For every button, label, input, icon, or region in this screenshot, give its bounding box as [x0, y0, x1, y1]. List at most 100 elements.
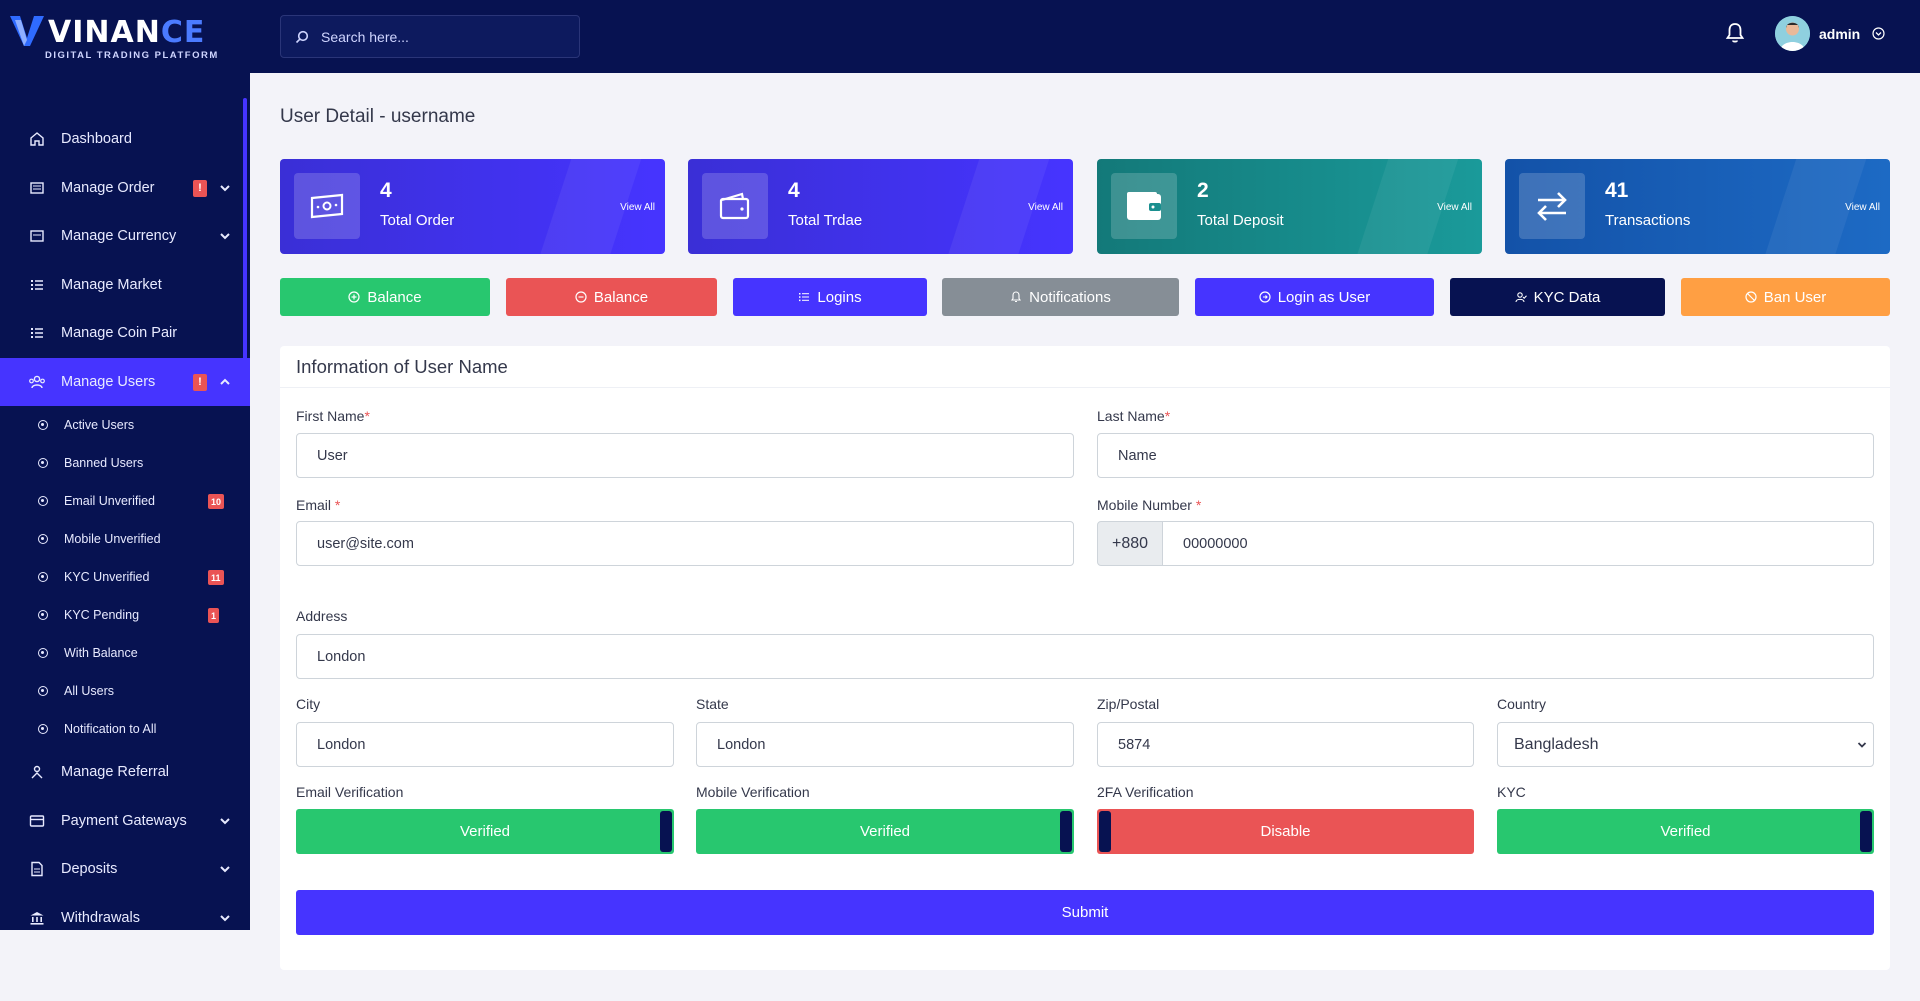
- sub-item-label: All Users: [64, 684, 115, 698]
- sidebar-sub-notification-to-all[interactable]: Notification to All: [0, 710, 250, 748]
- notifications-button[interactable]: Notifications: [942, 278, 1179, 316]
- search-icon: [295, 30, 309, 43]
- kyc-data-button[interactable]: KYC Data: [1450, 278, 1665, 316]
- last-name-label: Last Name*: [1097, 408, 1171, 424]
- add-balance-button[interactable]: Balance: [280, 278, 490, 316]
- stat-card-total-order[interactable]: 4 Total Order View All: [280, 159, 665, 254]
- button-label: Ban User: [1763, 288, 1827, 306]
- mobile-verification-toggle[interactable]: Verified: [696, 809, 1074, 854]
- sidebar-item-deposits[interactable]: Deposits: [0, 845, 250, 894]
- sidebar-item-label: Manage Currency: [61, 228, 177, 245]
- search-input[interactable]: [321, 28, 561, 45]
- sidebar-sub-kyc-pending[interactable]: KYC Pending 1: [0, 596, 250, 634]
- sidebar-item-label: Payment Gateways: [61, 812, 187, 829]
- bell-icon: [1011, 291, 1022, 302]
- sidebar-sub-banned-users[interactable]: Banned Users: [0, 444, 250, 482]
- sidebar-item-label: Manage Referral: [61, 764, 169, 781]
- twofa-verification-toggle[interactable]: Disable: [1097, 809, 1474, 854]
- sidebar-item-manage-users[interactable]: Manage Users !: [0, 357, 250, 406]
- sidebar-sub-all-users[interactable]: All Users: [0, 672, 250, 710]
- sidebar-item-withdrawals[interactable]: Withdrawals: [0, 894, 250, 931]
- count-badge: 11: [208, 570, 224, 585]
- sidebar-item-label: Dashboard: [61, 131, 132, 148]
- submit-button[interactable]: Submit: [296, 890, 1874, 935]
- circle-dot-icon: [38, 534, 48, 544]
- sidebar-sub-mobile-unverified[interactable]: Mobile Unverified: [0, 520, 250, 558]
- chevron-down-icon: [220, 233, 230, 240]
- subtract-balance-button[interactable]: Balance: [506, 278, 717, 316]
- stat-card-total-trade[interactable]: 4 Total Trdae View All: [688, 159, 1073, 254]
- wallet-icon: [702, 173, 768, 239]
- sidebar-sub-email-unverified[interactable]: Email Unverified 10: [0, 482, 250, 520]
- circle-dot-icon: [38, 724, 48, 734]
- sub-item-label: Banned Users: [64, 456, 144, 470]
- first-name-label: First Name*: [296, 408, 370, 424]
- chevron-down-icon: [220, 184, 230, 191]
- email-verification-toggle[interactable]: Verified: [296, 809, 674, 854]
- view-all-link[interactable]: View All: [1845, 202, 1880, 213]
- sidebar-item-manage-referral[interactable]: Manage Referral: [0, 748, 250, 797]
- sidebar-item-payment-gateways[interactable]: Payment Gateways: [0, 797, 250, 846]
- login-as-user-button[interactable]: Login as User: [1195, 278, 1434, 316]
- sign-in-icon: [1259, 291, 1271, 303]
- toggle-knob: [1099, 811, 1111, 852]
- sidebar-sub-with-balance[interactable]: With Balance: [0, 634, 250, 672]
- logins-button[interactable]: Logins: [733, 278, 927, 316]
- sub-item-label: Email Unverified: [64, 494, 156, 508]
- sidebar-item-manage-order[interactable]: Manage Order !: [0, 164, 250, 213]
- state-input[interactable]: [696, 722, 1074, 767]
- sidebar-sub-active-users[interactable]: Active Users: [0, 406, 250, 444]
- stat-card-total-deposit[interactable]: 2 Total Deposit View All: [1097, 159, 1482, 254]
- page-title: User Detail - username: [280, 106, 476, 127]
- mobile-input[interactable]: [1162, 521, 1874, 566]
- button-label: Login as User: [1277, 288, 1371, 306]
- file-invoice-icon: [28, 860, 46, 878]
- stat-label: Total Order: [380, 212, 455, 229]
- last-name-input[interactable]: [1097, 433, 1874, 478]
- avatar[interactable]: [1775, 16, 1810, 51]
- sidebar-item-dashboard[interactable]: Dashboard: [0, 115, 250, 164]
- chevron-down-icon: [220, 914, 230, 921]
- view-all-link[interactable]: View All: [1028, 202, 1063, 213]
- stat-value: 2: [1197, 179, 1209, 202]
- sidebar-item-label: Deposits: [61, 861, 118, 878]
- chevron-down-icon: [1857, 742, 1867, 748]
- chevron-circle-down-icon[interactable]: [1872, 27, 1885, 40]
- country-select[interactable]: Bangladesh: [1497, 722, 1874, 767]
- sidebar-sub-kyc-unverified[interactable]: KYC Unverified 11: [0, 558, 250, 596]
- sidebar-item-manage-market[interactable]: Manage Market: [0, 261, 250, 310]
- view-all-link[interactable]: View All: [1437, 202, 1472, 213]
- view-all-link[interactable]: View All: [620, 202, 655, 213]
- list-ul-icon: [28, 276, 46, 294]
- stat-card-transactions[interactable]: 41 Transactions View All: [1505, 159, 1890, 254]
- button-label: Balance: [367, 288, 422, 306]
- sidebar-item-label: Manage Order: [61, 179, 155, 196]
- action-buttons: Balance Balance Logins Notifications Log…: [280, 278, 1890, 318]
- sub-item-label: Mobile Unverified: [64, 532, 161, 546]
- email-input[interactable]: [296, 521, 1074, 566]
- button-label: Notifications: [1029, 288, 1111, 306]
- stat-value: 41: [1605, 179, 1629, 202]
- bell-icon[interactable]: [1725, 22, 1745, 44]
- toggle-label: Verified: [459, 823, 511, 840]
- sidebar-item-manage-currency[interactable]: Manage Currency: [0, 212, 250, 261]
- ban-user-button[interactable]: Ban User: [1681, 278, 1890, 316]
- users-icon: [28, 373, 46, 391]
- kyc-label: KYC: [1497, 784, 1526, 800]
- zip-input[interactable]: [1097, 722, 1474, 767]
- sidebar-scrollbar[interactable]: [243, 98, 247, 363]
- first-name-input[interactable]: [296, 433, 1074, 478]
- sub-item-label: KYC Unverified: [64, 570, 150, 584]
- circle-dot-icon: [38, 610, 48, 620]
- user-info-card: Information of User Name First Name* Las…: [280, 346, 1890, 970]
- list-icon: [799, 293, 810, 302]
- list-icon: [28, 179, 46, 197]
- city-input[interactable]: [296, 722, 674, 767]
- kyc-verification-toggle[interactable]: Verified: [1497, 809, 1874, 854]
- sidebar-item-manage-coin-pair[interactable]: Manage Coin Pair: [0, 309, 250, 358]
- admin-username[interactable]: admin: [1819, 26, 1860, 42]
- address-input[interactable]: [296, 634, 1874, 679]
- brand-logo[interactable]: VINANCE DIGITAL TRADING PLATFORM: [0, 0, 250, 73]
- stat-label: Transactions: [1605, 212, 1691, 229]
- search-box[interactable]: [280, 15, 580, 58]
